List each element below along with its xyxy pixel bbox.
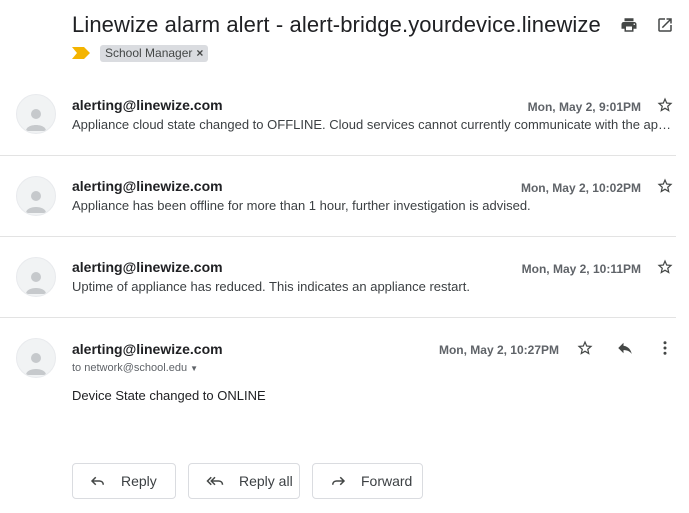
forward-button-label: Forward — [361, 473, 413, 489]
message-snippet: Appliance cloud state changed to OFFLINE… — [72, 117, 674, 132]
star-icon[interactable] — [574, 337, 596, 359]
sender-name: alerting@linewize.com — [72, 259, 223, 275]
importance-marker-icon[interactable] — [72, 47, 90, 59]
message-collapsed[interactable]: alerting@linewize.com Mon, May 2, 9:01PM… — [0, 80, 689, 156]
avatar — [16, 94, 56, 134]
avatar — [16, 176, 56, 216]
message-date: Mon, May 2, 10:11PM — [521, 262, 641, 276]
chevron-down-icon[interactable]: ▼ — [190, 364, 198, 373]
forward-button[interactable]: Forward — [312, 463, 423, 499]
sender-name: alerting@linewize.com — [72, 97, 223, 113]
subject-host: alert-bridge.yourdevice.linewize — [289, 12, 601, 37]
subject-row: Linewize alarm alert - alert-bridge.your… — [72, 12, 612, 42]
message-date: Mon, May 2, 10:02PM — [520, 181, 641, 195]
message-snippet: Appliance has been offline for more than… — [72, 198, 531, 213]
reply-icon[interactable] — [614, 337, 636, 359]
message-body: Device State changed to ONLINE — [72, 388, 266, 403]
reply-all-button-label: Reply all — [239, 473, 293, 489]
more-options-icon[interactable] — [654, 337, 676, 359]
reply-button-label: Reply — [121, 473, 157, 489]
reply-icon — [90, 476, 104, 486]
message-date: Mon, May 2, 9:01PM — [527, 100, 641, 114]
open-in-new-window-icon[interactable] — [655, 15, 675, 35]
subject-separator: - — [269, 12, 290, 37]
message-date: Mon, May 2, 10:27PM — [438, 343, 559, 357]
label-row: School Manager × — [72, 44, 209, 62]
label-chip-text: School Manager — [105, 46, 193, 60]
message-collapsed[interactable]: alerting@linewize.com Mon, May 2, 10:11P… — [0, 237, 689, 318]
avatar — [16, 338, 56, 378]
recipient-text: to network@school.edu — [72, 362, 188, 374]
avatar — [16, 257, 56, 297]
remove-label-icon[interactable]: × — [196, 46, 203, 60]
sender-name: alerting@linewize.com — [72, 341, 223, 357]
reply-all-button[interactable]: Reply all — [188, 463, 300, 499]
star-icon[interactable] — [655, 95, 675, 115]
reply-all-icon — [206, 476, 224, 486]
message-snippet: Uptime of appliance has reduced. This in… — [72, 279, 470, 294]
star-icon[interactable] — [655, 176, 675, 196]
star-icon[interactable] — [655, 257, 675, 277]
sender-name: alerting@linewize.com — [72, 178, 223, 194]
label-chip[interactable]: School Manager × — [100, 44, 209, 62]
print-icon[interactable] — [619, 15, 639, 35]
forward-icon — [332, 476, 346, 486]
recipient-line[interactable]: to network@school.edu ▼ — [72, 362, 198, 374]
email-subject: Linewize alarm alert - alert-bridge.your… — [72, 12, 601, 37]
message-collapsed[interactable]: alerting@linewize.com Mon, May 2, 10:02P… — [0, 156, 689, 237]
reply-button[interactable]: Reply — [72, 463, 176, 499]
subject-title: Linewize alarm alert — [72, 12, 270, 37]
message-divider — [0, 317, 676, 318]
